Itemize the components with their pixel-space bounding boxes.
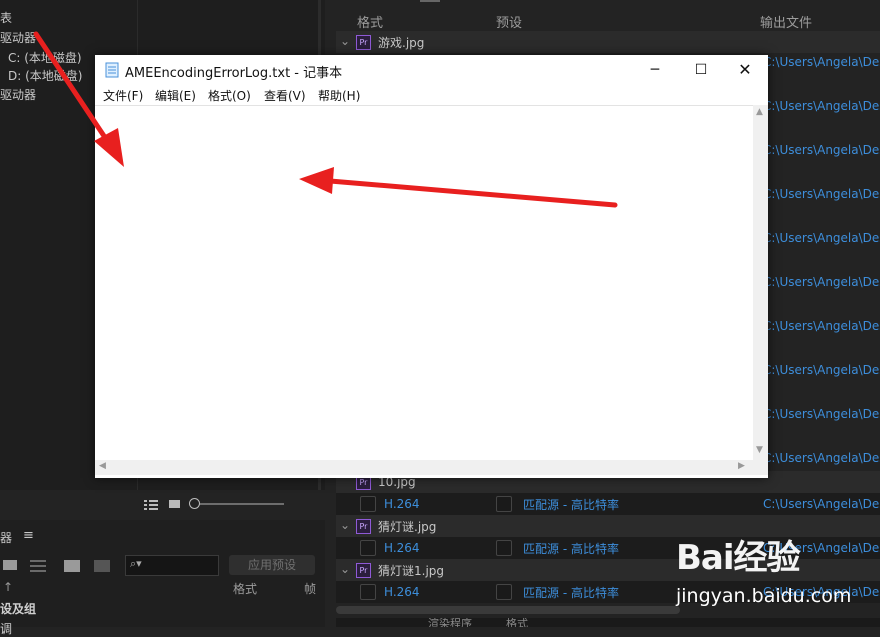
arrow-to-notepad-corner — [33, 31, 124, 167]
arrow-to-empty-content — [299, 167, 618, 208]
watermark-url: jingyan.baidu.com — [676, 585, 852, 607]
baidu-watermark: Bai经验 — [676, 538, 801, 578]
